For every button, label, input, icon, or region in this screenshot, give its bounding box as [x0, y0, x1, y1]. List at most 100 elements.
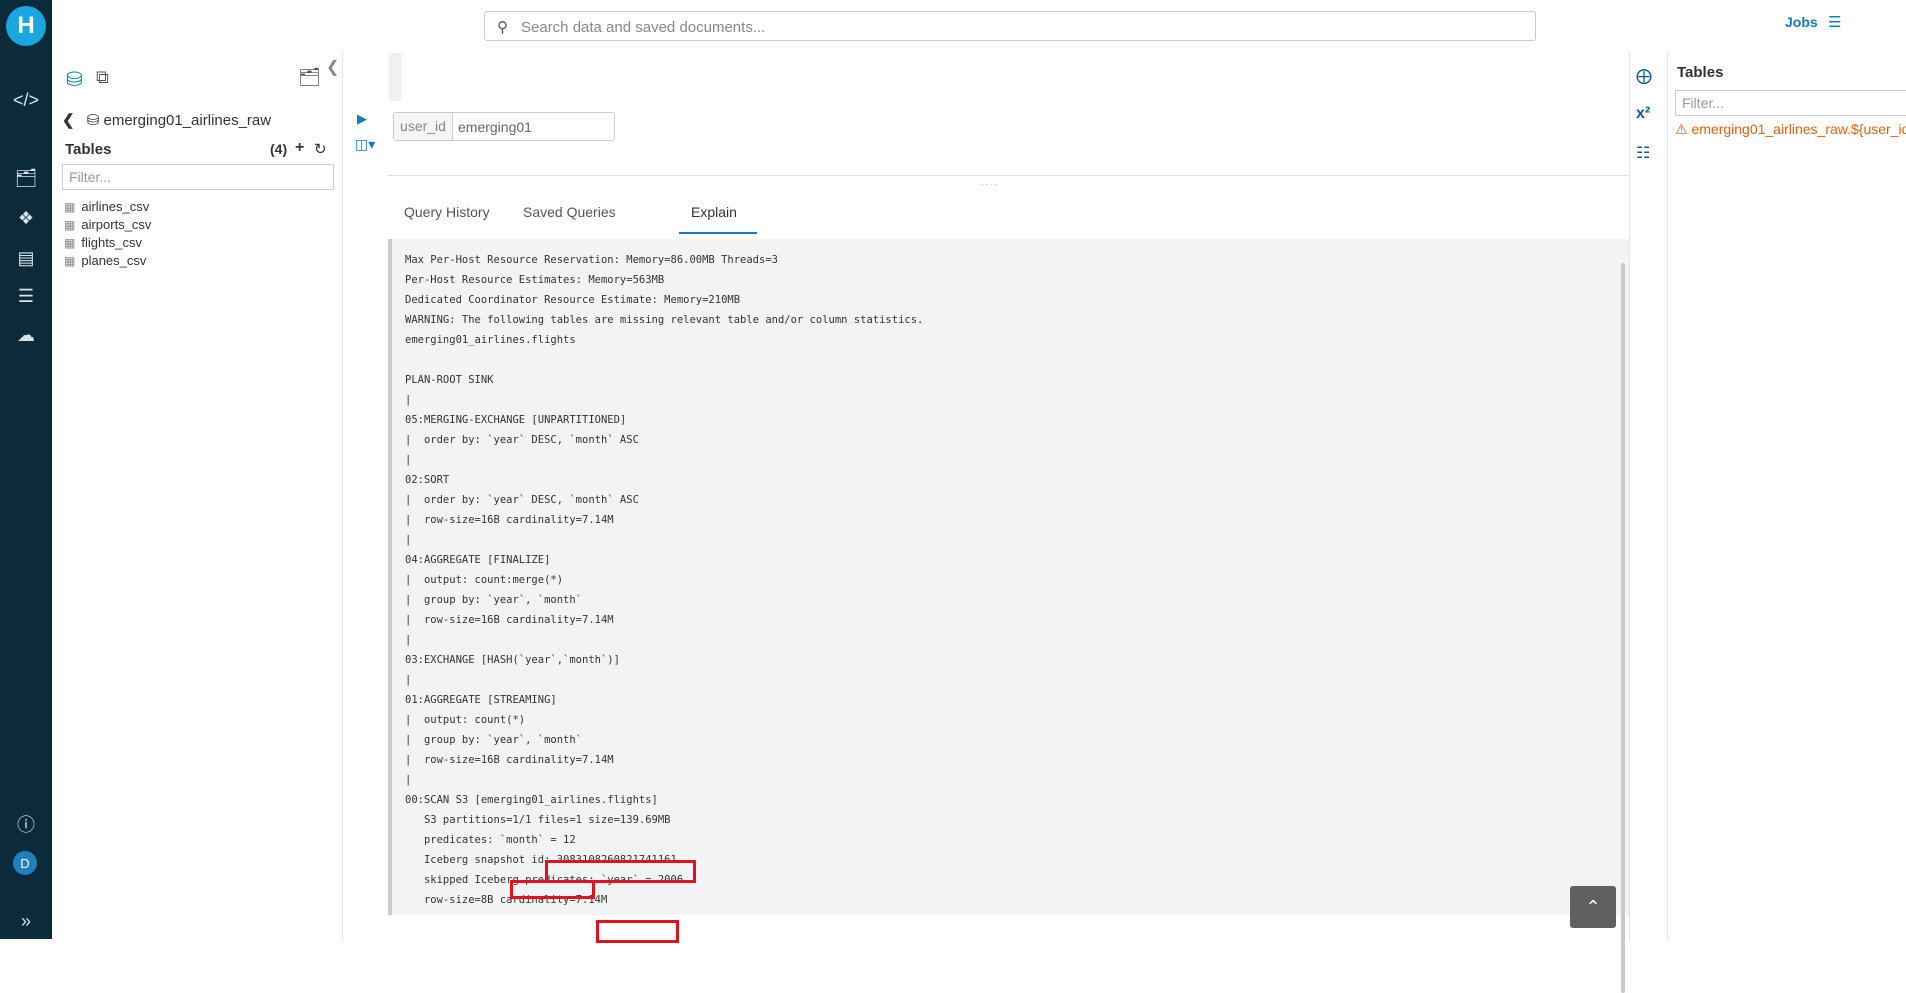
explain-line: 02:SORT	[405, 474, 450, 486]
result-tabs: Query History Saved Queries Explain	[388, 198, 1630, 236]
explain-line: 01:AGGREGATE [STREAMING]	[405, 694, 557, 706]
active-tab-indicator	[679, 232, 757, 234]
explain-line: | row-size=16B cardinality=7.14M	[405, 614, 614, 626]
file-browser-icon[interactable]: 🗂	[298, 67, 321, 88]
explain-line	[405, 350, 923, 370]
highlight-year-predicate	[596, 920, 679, 943]
tab-saved-queries[interactable]: Saved Queries	[523, 204, 616, 220]
explain-line: |	[405, 634, 412, 646]
explain-line: 03:EXCHANGE [HASH(`year`,`month`)]	[405, 654, 620, 666]
explain-plan: Max Per-Host Resource Reservation: Memor…	[388, 239, 1630, 943]
left-nav: H </> 🗂 ❖ ▤ ☰ ☁ ⓘ D »	[0, 0, 52, 939]
jobs-list-icon[interactable]: ☰	[1828, 13, 1841, 31]
compass-icon[interactable]: ⨁	[1636, 66, 1652, 86]
user-avatar[interactable]: D	[13, 851, 37, 875]
table-item-planes[interactable]: ▦ planes_csv	[64, 253, 146, 268]
global-search[interactable]: ⚲	[484, 11, 1536, 41]
table-grid-icon: ▦	[64, 254, 76, 268]
parameter-value-input[interactable]: emerging01	[458, 119, 532, 135]
documents-icon[interactable]: ⧉	[96, 67, 109, 88]
top-bar: ⚲ Jobs ☰ ↺	[52, 0, 1906, 54]
back-chevron-icon[interactable]: ❮	[62, 112, 75, 129]
tab-query-history[interactable]: Query History	[404, 204, 490, 220]
documents-folder-icon[interactable]: 🗂	[10, 166, 42, 190]
expand-nav-icon[interactable]: »	[10, 909, 42, 933]
explain-line: Per-Host Resource Estimates: Memory=563M…	[405, 274, 665, 286]
table-grid-icon: ▦	[64, 200, 76, 214]
explain-line: PLAN-ROOT SINK	[405, 374, 494, 386]
explain-line: |	[405, 534, 412, 546]
table-grid-icon: ▦	[64, 218, 76, 232]
table-item-airports[interactable]: ▦ airports_csv	[64, 217, 151, 232]
explain-line: |	[405, 454, 412, 466]
explain-line: |	[405, 674, 412, 686]
tables-filter-input[interactable]	[62, 164, 334, 190]
refresh-icon[interactable]: ↻	[314, 140, 327, 158]
explain-plan-text: Max Per-Host Resource Reservation: Memor…	[405, 250, 923, 910]
jobs-link[interactable]: Jobs	[1785, 14, 1818, 30]
vertical-scrollbar[interactable]	[1621, 263, 1625, 993]
cloud-upload-icon[interactable]: ☁	[10, 323, 42, 347]
right-panel-title: Tables	[1677, 64, 1724, 81]
parameter-user-id: user_id emerging01	[393, 112, 615, 141]
tab-explain[interactable]: Explain	[691, 204, 737, 220]
explain-line: row-size=8B cardinality=7.14M	[405, 894, 608, 906]
chevron-up-icon: ⌃	[1585, 896, 1601, 917]
table-item-flights[interactable]: ▦ flights_csv	[64, 235, 142, 250]
scroll-to-top-button[interactable]: ⌃	[1570, 886, 1616, 928]
explain-line: | row-size=16B cardinality=7.14M	[405, 754, 614, 766]
right-panel-filter-input[interactable]	[1675, 90, 1906, 116]
search-input[interactable]	[519, 15, 1523, 39]
explain-line: |	[405, 774, 412, 786]
database-name: emerging01_airlines_raw	[103, 112, 272, 129]
parameter-label: user_id	[394, 113, 453, 140]
explain-line: Max Per-Host Resource Reservation: Memor…	[405, 254, 778, 266]
jobs-cubes-icon[interactable]: ❖	[10, 206, 42, 230]
database-breadcrumb[interactable]: ❮ ⛁ emerging01_airlines_raw	[62, 111, 271, 129]
explain-line: emerging01_airlines.flights	[405, 334, 576, 346]
explain-line: S3 partitions=1/1 files=1 size=139.69MB	[405, 814, 671, 826]
collapse-panel-icon[interactable]: ❮	[326, 57, 339, 77]
warning-triangle-icon: ⚠	[1675, 121, 1688, 137]
tables-count: (4)	[270, 141, 288, 157]
explain-line: 05:MERGING-EXCHANGE [UNPARTITIONED]	[405, 414, 627, 426]
explain-line: predicates: `month` = 12	[405, 834, 576, 846]
explain-line: |	[405, 394, 412, 406]
query-map-dropdown-icon[interactable]: ◫▾	[355, 136, 375, 153]
run-query-icon[interactable]: ▶	[357, 111, 367, 127]
sql-database-icon[interactable]: ⛁	[66, 67, 83, 92]
table-item-airlines[interactable]: ▦ airlines_csv	[64, 199, 149, 214]
explain-line: WARNING: The following tables are missin…	[405, 314, 924, 326]
resize-grip-icon[interactable]: ····	[981, 179, 998, 190]
warning-table-name: emerging01_airlines_raw.${user_id}	[1691, 121, 1906, 137]
explain-line: | output: count(*)	[405, 714, 526, 726]
explain-line: | group by: `year`, `month`	[405, 594, 583, 606]
right-panel-separator	[1667, 53, 1668, 939]
table-grid-icon: ▦	[64, 236, 76, 250]
editor-area: ▶ ◫▾ user_id emerging01 ···· Query Histo…	[343, 53, 1630, 993]
functions-x2-icon[interactable]: x²	[1636, 105, 1650, 123]
database-icon: ⛁	[86, 112, 100, 129]
editor-code-icon[interactable]: </>	[10, 88, 42, 112]
language-reference-book-icon[interactable]: ☷	[1636, 143, 1650, 163]
help-icon[interactable]: ⓘ	[10, 812, 42, 836]
highlight-month-predicate	[510, 880, 595, 899]
editor-gutter	[389, 53, 401, 101]
resize-divider[interactable]	[388, 175, 1630, 176]
explain-line: | order by: `year` DESC, `month` ASC	[405, 494, 639, 506]
assist-panel: ⛁ ⧉ 🗂 ❮ ❮ ⛁ emerging01_airlines_raw Tabl…	[52, 53, 343, 939]
explain-line: | order by: `year` DESC, `month` ASC	[405, 434, 639, 446]
explain-line: 04:AGGREGATE [FINALIZE]	[405, 554, 551, 566]
add-table-icon[interactable]: +	[295, 139, 304, 157]
right-assist-panel: ⨁ x² ☷ Tables ⚠ emerging01_airlines_raw.…	[1629, 53, 1906, 939]
explain-line: | output: count:merge(*)	[405, 574, 564, 586]
table-warning-item[interactable]: ⚠ emerging01_airlines_raw.${user_id}	[1675, 121, 1906, 138]
database-icon[interactable]: ▤	[10, 246, 42, 270]
tables-list-icon[interactable]: ☰	[10, 284, 42, 308]
explain-line: | group by: `year`, `month`	[405, 734, 583, 746]
hue-logo-icon[interactable]: H	[6, 6, 46, 46]
search-icon: ⚲	[497, 19, 508, 36]
explain-line: 00:SCAN S3 [emerging01_airlines.flights]	[405, 794, 658, 806]
explain-line: | row-size=16B cardinality=7.14M	[405, 514, 614, 526]
explain-line: Dedicated Coordinator Resource Estimate:…	[405, 294, 741, 306]
